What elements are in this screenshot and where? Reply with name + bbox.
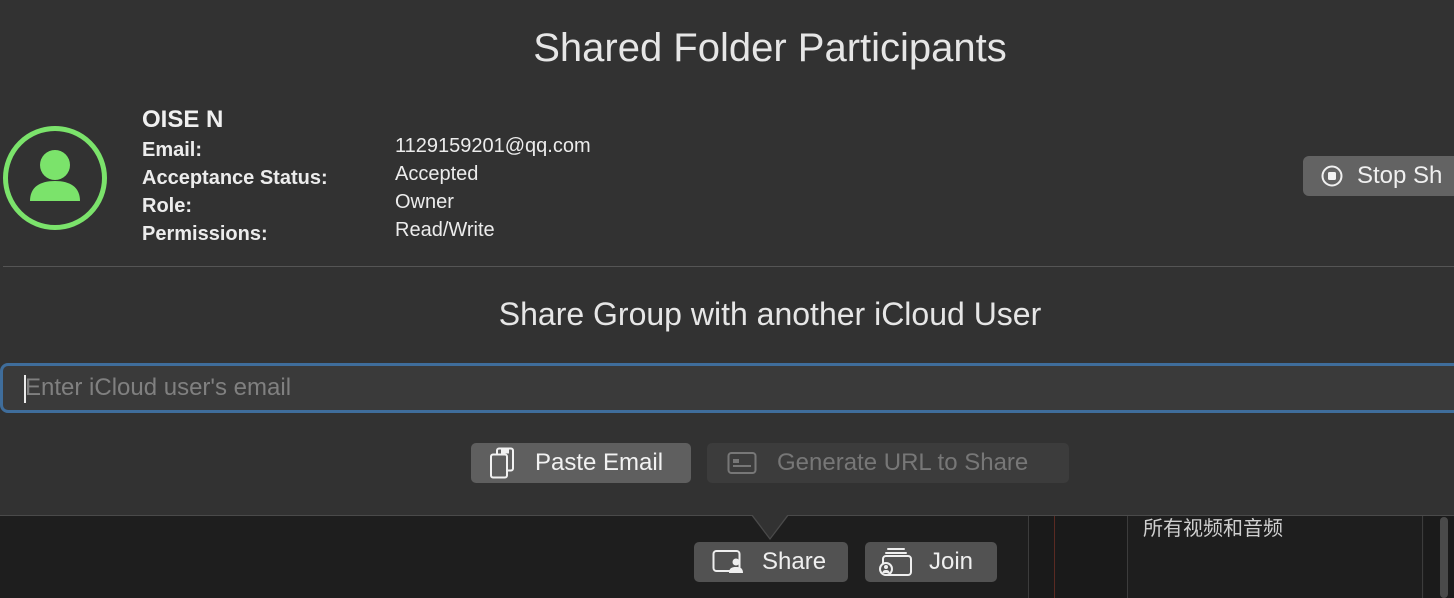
participant-avatar	[3, 126, 107, 230]
role-label: Role:	[142, 195, 192, 217]
icloud-email-input[interactable]	[0, 363, 1454, 413]
side-panel-accent-line	[1054, 515, 1055, 598]
join-stack-icon	[879, 548, 912, 576]
media-category-label[interactable]: 所有视频和音频	[1143, 512, 1283, 541]
stop-circle-icon	[1321, 165, 1343, 187]
stop-sharing-button[interactable]: Stop Sh	[1303, 156, 1454, 196]
permissions-value: Read/Write	[395, 219, 495, 241]
acceptance-status-label: Acceptance Status:	[142, 167, 328, 189]
scrollbar-thumb[interactable]	[1440, 517, 1448, 598]
share-popover: Shared Folder Participants OISE N Email:…	[0, 0, 1454, 516]
paste-email-button[interactable]: Paste Email	[471, 443, 691, 483]
paste-email-label: Paste Email	[535, 449, 664, 476]
share-person-icon	[712, 550, 743, 573]
generate-url-label: Generate URL to Share	[777, 449, 1029, 476]
url-card-icon	[727, 452, 757, 474]
generate-url-button[interactable]: Generate URL to Share	[707, 443, 1069, 483]
join-button[interactable]: Join	[865, 542, 997, 582]
share-label: Share	[762, 548, 827, 575]
section-divider	[3, 266, 1454, 267]
share-button[interactable]: Share	[694, 542, 848, 582]
person-circle-icon	[30, 150, 80, 201]
share-section-title: Share Group with another iCloud User	[498, 296, 1042, 332]
stop-sharing-label: Stop Sh	[1357, 162, 1443, 189]
text-caret	[24, 375, 26, 403]
participant-name: OISE N	[142, 106, 224, 133]
side-panel-dark	[1028, 515, 1128, 598]
side-panel-separator	[1028, 515, 1029, 598]
scroll-track	[1424, 515, 1454, 598]
email-label: Email:	[142, 139, 203, 161]
join-label: Join	[929, 548, 974, 575]
acceptance-status-value: Accepted	[395, 163, 479, 185]
popover-arrow	[752, 514, 788, 538]
media-list-right-separator	[1422, 515, 1423, 598]
role-value: Owner	[395, 191, 454, 213]
email-value: 1129159201@qq.com	[395, 135, 591, 157]
media-list-separator	[1127, 515, 1128, 598]
clipboard-icon	[490, 447, 514, 479]
permissions-label: Permissions:	[142, 223, 268, 245]
dialog-title: Shared Folder Participants	[533, 26, 1007, 70]
